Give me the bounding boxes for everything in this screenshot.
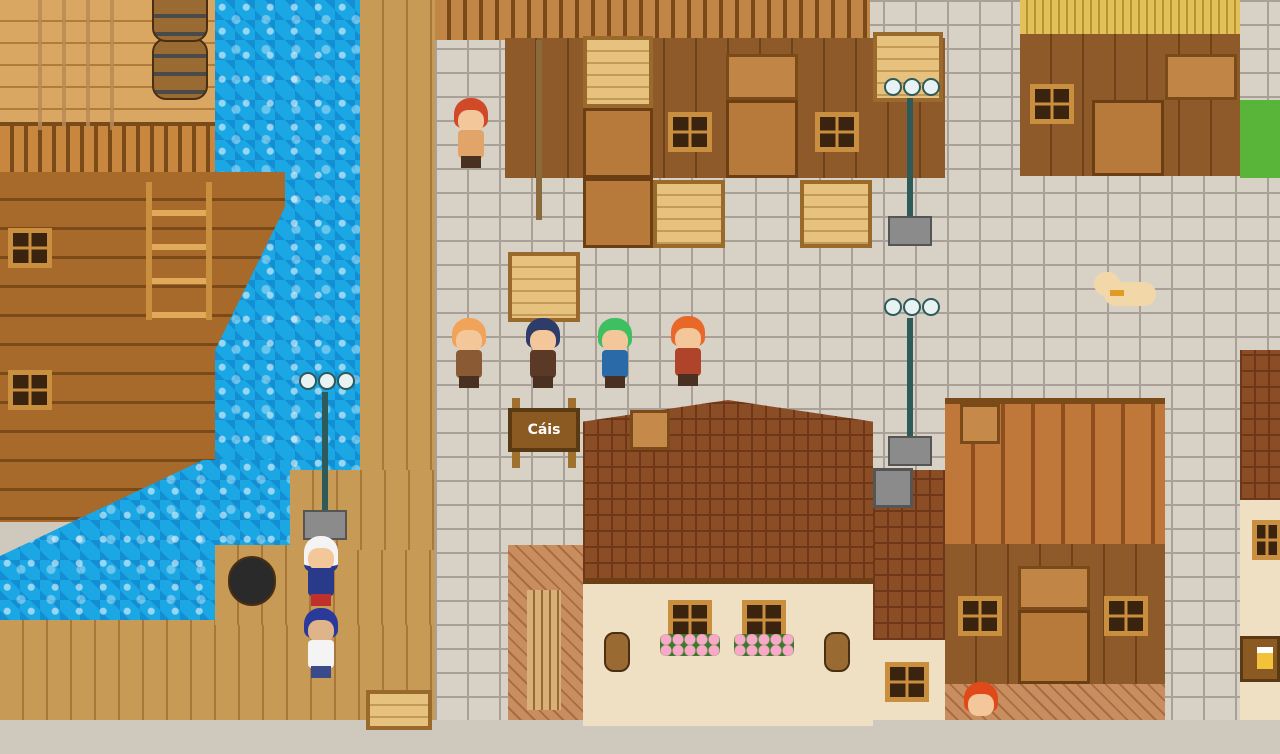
flower-box-2 — [734, 634, 794, 656]
wooden-gate[interactable] — [527, 590, 561, 710]
street-lamp-dock — [295, 372, 355, 542]
warehouse-door-bottom[interactable] — [583, 178, 653, 248]
house-side-window — [885, 662, 929, 702]
thatched-roof — [1020, 0, 1240, 36]
hanging-rope — [536, 40, 542, 220]
chimney-3 — [960, 404, 1000, 444]
street-lamp-1 — [880, 78, 940, 248]
log-house-window-2 — [1104, 596, 1148, 636]
chimney-1 — [630, 410, 670, 450]
house-right-shop-sign — [1165, 54, 1237, 100]
ship-rigging — [18, 0, 128, 130]
tavern-roof — [1240, 350, 1280, 500]
captain-npc[interactable] — [298, 536, 344, 608]
dock-sign-text: Cáis — [508, 408, 580, 452]
flower-box-1 — [660, 634, 720, 656]
blue-cap-sailor-npc[interactable] — [298, 608, 344, 680]
crate-3[interactable] — [508, 252, 580, 322]
mooring-bollard — [228, 556, 276, 606]
house-right-door[interactable] — [1092, 100, 1164, 176]
ship-porthole-2 — [8, 370, 52, 410]
warehouse-main-door[interactable] — [726, 100, 798, 178]
clay-pot-2[interactable] — [824, 632, 850, 672]
log-house-shop-sign — [1018, 566, 1090, 610]
tavern-window — [1252, 520, 1280, 560]
warehouse-crate-door[interactable] — [583, 36, 653, 108]
red-bandana-sailor-npc[interactable] — [448, 98, 494, 170]
dock-crate[interactable] — [366, 690, 432, 730]
beer-mug-icon[interactable] — [1240, 636, 1280, 682]
blonde-party-member[interactable] — [446, 318, 492, 390]
red-haired-party-member[interactable] — [665, 316, 711, 388]
barrel-on-deck-1[interactable] — [152, 38, 208, 100]
warehouse-shop-sign — [726, 54, 798, 100]
ship-porthole-1 — [8, 228, 52, 268]
dog-npc[interactable] — [1094, 272, 1164, 316]
clay-pot-1[interactable] — [604, 632, 630, 672]
dock-signpost[interactable]: Cáis — [508, 398, 580, 468]
ship-ladder[interactable] — [146, 182, 212, 320]
green-haired-party-member[interactable] — [592, 318, 638, 390]
street-lamp-2 — [880, 298, 940, 468]
warehouse-door-lower[interactable] — [583, 108, 653, 178]
chimney-2 — [873, 468, 913, 508]
house-shingle-roof — [583, 400, 873, 580]
redhead-villager-npc[interactable] — [958, 682, 1004, 754]
warehouse-window-2 — [815, 112, 859, 152]
crate-2[interactable] — [800, 180, 872, 248]
dark-haired-party-member[interactable] — [520, 318, 566, 390]
warehouse-window-1 — [668, 112, 712, 152]
house-right-window — [1030, 84, 1074, 124]
crate-1[interactable] — [653, 180, 725, 248]
warehouse-roof-edge — [435, 0, 870, 40]
grass-patch — [1240, 100, 1280, 178]
log-house-door[interactable] — [1018, 610, 1090, 684]
barrel-on-deck-2[interactable] — [152, 0, 208, 42]
log-house-window-1 — [958, 596, 1002, 636]
